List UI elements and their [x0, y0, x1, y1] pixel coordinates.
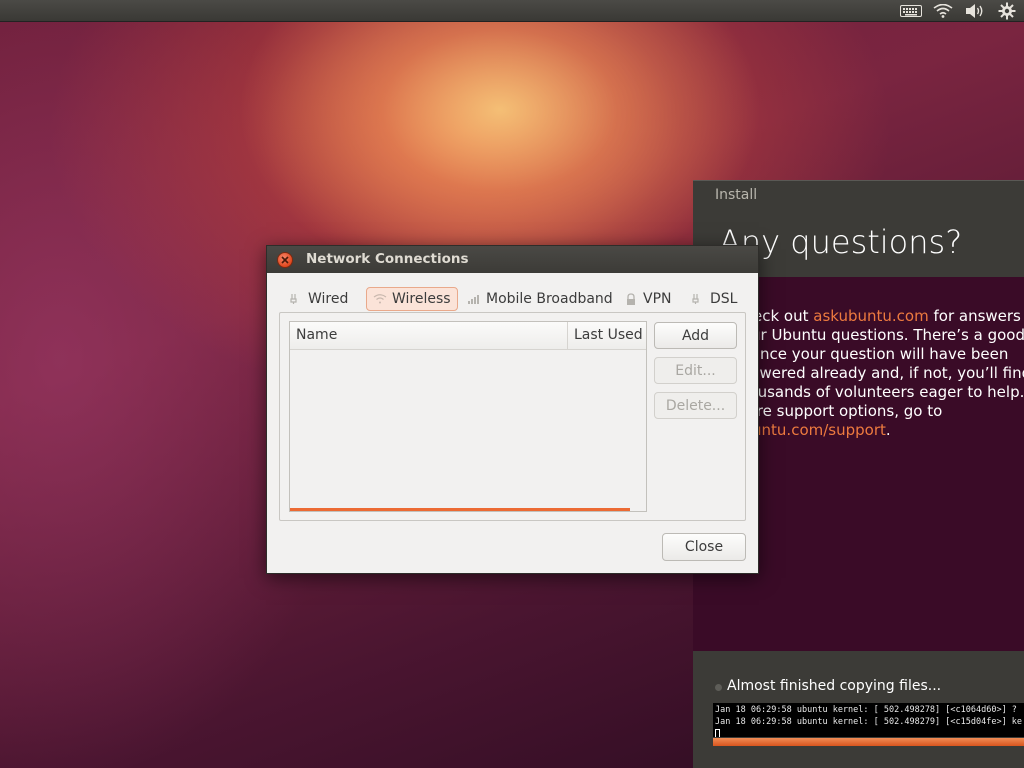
dialog-titlebar[interactable]: Network Connections: [267, 246, 758, 273]
wired-icon: [289, 293, 303, 305]
tab-label: Wired: [308, 291, 349, 307]
slide-line-6: more support options, go to: [733, 402, 943, 420]
slide-line-1: Check out askubuntu.com for answers to: [733, 307, 1024, 326]
tab-wired[interactable]: Wired: [283, 286, 354, 312]
tab-label: DSL: [710, 291, 738, 307]
network-connections-dialog: Network Connections Wired Wireless Mobil…: [266, 245, 759, 574]
terminal-line: Jan 18 06:29:58 ubuntu kernel: [ 502.498…: [715, 705, 1017, 715]
top-panel: [0, 0, 1024, 22]
terminal-cursor: [715, 728, 1022, 737]
wireless-icon: [373, 293, 387, 305]
column-header-name[interactable]: Name: [290, 322, 568, 350]
install-status-text: Almost finished copying files...: [727, 678, 942, 694]
terminal-log: Jan 18 06:29:58 ubuntu kernel: [ 502.498…: [713, 703, 1024, 737]
dsl-icon: [691, 293, 705, 305]
install-status-area: Almost finished copying files... Jan 18 …: [693, 651, 1024, 768]
askubuntu-link[interactable]: askubuntu.com: [813, 307, 928, 325]
mobile-broadband-icon: [467, 293, 481, 305]
slide-text-fragment: .: [885, 421, 891, 439]
gear-icon[interactable]: [996, 2, 1018, 20]
slide-line-5: thousands of volunteers eager to help. F…: [733, 383, 1024, 401]
wireless-tab-page: Name Last Used Add Edit... Delete...: [279, 312, 746, 521]
tab-bar: Wired Wireless Mobile Broadband VPN DSL: [281, 286, 747, 312]
edit-button[interactable]: Edit...: [654, 357, 737, 384]
close-icon[interactable]: [277, 252, 293, 268]
installer-title: Install: [715, 187, 758, 203]
status-indicator: [715, 684, 722, 691]
close-button[interactable]: Close: [662, 533, 746, 561]
keyboard-icon[interactable]: [900, 2, 922, 20]
slide-line-2: your Ubuntu questions. There’s a good: [733, 326, 1024, 344]
column-header-last-used[interactable]: Last Used: [568, 322, 646, 350]
connections-list[interactable]: Name Last Used: [289, 321, 647, 512]
tab-wireless[interactable]: Wireless: [366, 287, 458, 311]
vpn-lock-icon: [624, 292, 638, 305]
tab-mobile-broadband[interactable]: Mobile Broadband: [461, 286, 619, 312]
terminal-line: Jan 18 06:29:58 ubuntu kernel: [ 502.498…: [715, 717, 1023, 727]
install-progress-bar: [713, 738, 1024, 746]
volume-icon[interactable]: [964, 2, 986, 20]
tab-dsl[interactable]: DSL: [685, 286, 743, 312]
add-button[interactable]: Add: [654, 322, 737, 349]
slide-line-3: chance your question will have been: [733, 345, 1009, 363]
tab-label: Wireless: [392, 291, 451, 307]
install-progress-fill: [713, 738, 1024, 746]
slide-line-4: answered already and, if not, you’ll fin…: [733, 364, 1024, 382]
tab-vpn[interactable]: VPN: [618, 286, 678, 312]
delete-button[interactable]: Delete...: [654, 392, 737, 419]
slide-line-7: ubuntu.com/support.: [733, 421, 1024, 440]
list-scan-progress: [290, 508, 630, 511]
slide-body: Check out askubuntu.com for answers to y…: [733, 307, 1024, 440]
indicator-area: [900, 0, 1018, 22]
wifi-icon[interactable]: [932, 2, 954, 20]
list-header: Name Last Used: [290, 322, 646, 350]
tab-label: Mobile Broadband: [486, 291, 613, 307]
slide-text-fragment: for answers to: [933, 307, 1024, 325]
tab-label: VPN: [643, 291, 672, 307]
dialog-title: Network Connections: [306, 251, 469, 267]
